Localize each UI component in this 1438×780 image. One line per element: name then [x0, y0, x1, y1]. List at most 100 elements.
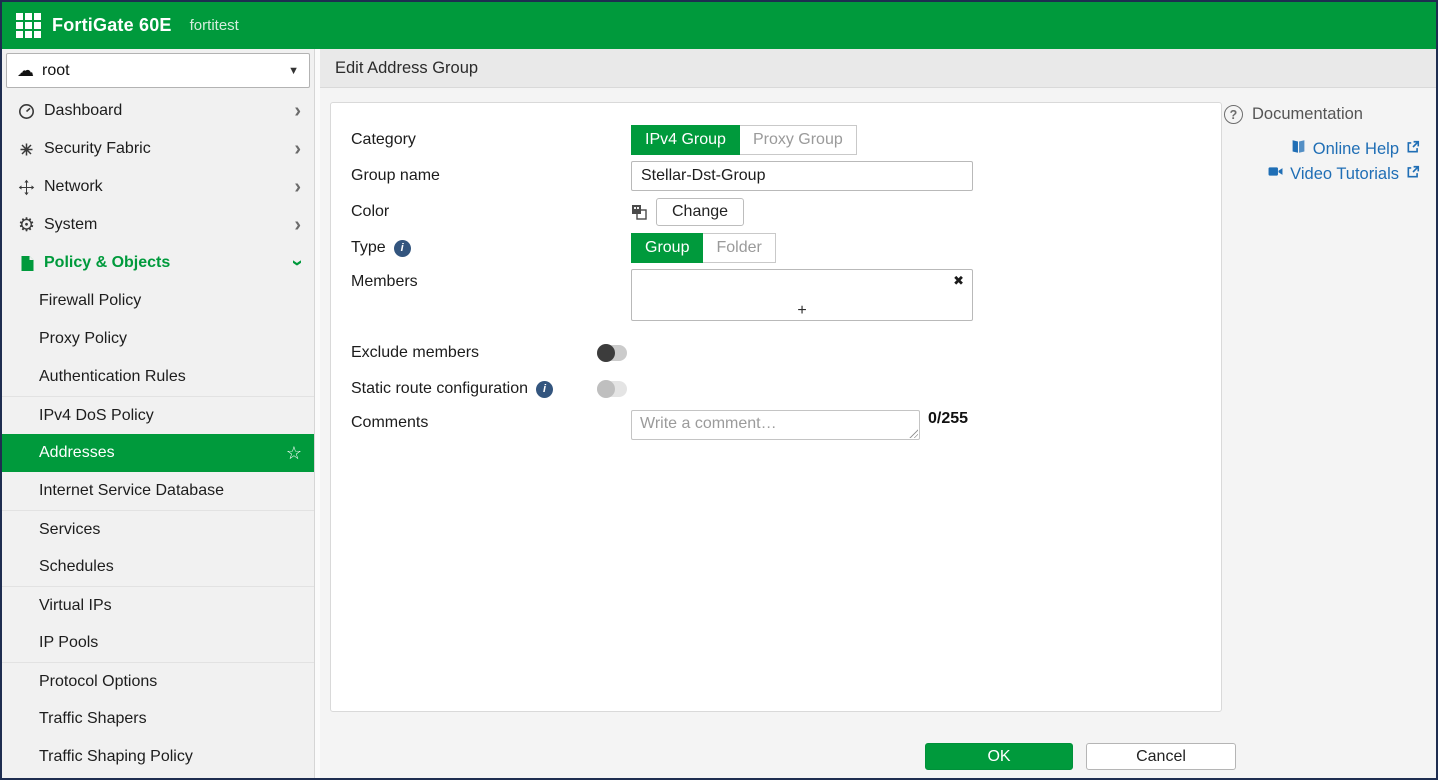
sidebar-subitem-label: Services [39, 521, 100, 539]
sidebar-item-label: Security Fabric [44, 140, 294, 158]
sidebar-item-dashboard[interactable]: Dashboard › [2, 92, 314, 130]
ok-button[interactable]: OK [925, 743, 1073, 770]
group-name-label: Group name [351, 167, 631, 185]
color-label: Color [351, 203, 631, 221]
sidebar-item-security-fabric[interactable]: Security Fabric › [2, 130, 314, 168]
chevron-right-icon: › [294, 103, 301, 119]
vdom-label: root [42, 62, 288, 80]
members-select-box[interactable]: ✖ + [631, 269, 973, 321]
hostname-label: fortitest [190, 17, 239, 34]
comments-counter: 0/255 [928, 410, 968, 428]
type-option-group[interactable]: Group [631, 233, 703, 263]
comments-label: Comments [351, 410, 631, 432]
sidebar-item-label: System [44, 216, 294, 234]
type-option-folder[interactable]: Folder [703, 233, 775, 263]
toggle-knob [597, 380, 615, 398]
device-title: FortiGate 60E [52, 15, 172, 36]
chevron-right-icon: › [294, 179, 301, 195]
exclude-members-toggle[interactable] [597, 345, 627, 361]
category-label: Category [351, 131, 631, 149]
toggle-knob [597, 344, 615, 362]
sidebar-subitem-label: Virtual IPs [39, 597, 112, 615]
sidebar-item-system[interactable]: ⚙ System › [2, 206, 314, 244]
sidebar-item-label: Network [44, 178, 294, 196]
form-actions: OK Cancel [330, 743, 1236, 770]
static-route-label-text: Static route configuration [351, 380, 528, 398]
sidebar-item-proxy-policy[interactable]: Proxy Policy [2, 320, 314, 358]
sidebar-subitem-label: Addresses [39, 444, 115, 462]
page-header: Edit Address Group [320, 49, 1436, 88]
documentation-title: ? Documentation [1224, 105, 1420, 124]
group-name-input[interactable] [631, 161, 973, 191]
comments-textarea[interactable] [631, 410, 920, 440]
cloud-icon: ☁ [17, 61, 34, 81]
book-icon [1291, 139, 1306, 159]
exclude-members-label: Exclude members [351, 344, 597, 362]
gear-icon: ⚙ [16, 216, 37, 235]
online-help-label: Online Help [1313, 140, 1399, 159]
sidebar-item-firewall-policy[interactable]: Firewall Policy [2, 282, 314, 320]
sidebar: ☁ root ▼ Dashboard › Security Fabric › [2, 49, 314, 778]
sidebar-subitem-label: Internet Service Database [39, 482, 224, 500]
dashboard-icon [16, 103, 37, 120]
sidebar-item-addresses[interactable]: Addresses ☆ [2, 434, 314, 472]
online-help-link[interactable]: Online Help [1291, 139, 1420, 159]
network-icon [16, 179, 37, 196]
clear-members-icon[interactable]: ✖ [953, 273, 964, 289]
type-label: Type i [351, 239, 631, 257]
sidebar-item-ip-pools[interactable]: IP Pools [2, 624, 314, 662]
sidebar-item-ipv4-dos-policy[interactable]: IPv4 DoS Policy [2, 396, 314, 434]
external-link-icon [1406, 140, 1420, 159]
members-label: Members [351, 269, 631, 291]
sidebar-item-label: Policy & Objects [44, 254, 294, 272]
sidebar-item-traffic-shaping-policy[interactable]: Traffic Shaping Policy [2, 738, 314, 776]
video-tutorials-link[interactable]: Video Tutorials [1268, 164, 1420, 184]
info-icon: i [394, 240, 411, 257]
video-camera-icon [1268, 164, 1283, 184]
sidebar-item-schedules[interactable]: Schedules [2, 548, 314, 586]
sidebar-item-label: Dashboard [44, 102, 294, 120]
favorite-star-icon[interactable]: ☆ [286, 443, 302, 464]
sidebar-item-network[interactable]: Network › [2, 168, 314, 206]
documentation-title-text: Documentation [1252, 105, 1363, 124]
sidebar-subitem-label: Schedules [39, 558, 114, 576]
edit-address-group-form: Category IPv4 Group Proxy Group Group na… [330, 102, 1222, 712]
sidebar-subitem-label: Protocol Options [39, 673, 157, 691]
color-swatch-icon [631, 204, 647, 220]
sidebar-subitem-label: Traffic Shapers [39, 710, 147, 728]
type-segmented-control: Group Folder [631, 233, 776, 263]
topbar: FortiGate 60E fortitest [2, 2, 1436, 49]
category-option-proxy-group[interactable]: Proxy Group [740, 125, 857, 155]
fortinet-logo-icon [16, 13, 41, 38]
policy-objects-icon [16, 255, 37, 272]
sidebar-item-services[interactable]: Services [2, 510, 314, 548]
category-segmented-control: IPv4 Group Proxy Group [631, 125, 857, 155]
sidebar-subitem-label: IPv4 DoS Policy [39, 407, 154, 425]
sidebar-subitem-label: IP Pools [39, 634, 98, 652]
video-tutorials-label: Video Tutorials [1290, 165, 1399, 184]
add-member-icon[interactable]: + [632, 303, 972, 319]
documentation-panel: ? Documentation Online Help [1224, 105, 1420, 184]
static-route-label: Static route configuration i [351, 380, 597, 398]
color-change-button[interactable]: Change [656, 198, 744, 226]
sidebar-item-policy-objects[interactable]: Policy & Objects › [2, 244, 314, 282]
app-window: FortiGate 60E fortitest ☁ root ▼ Dashboa… [2, 2, 1436, 778]
main-content: Edit Address Group Category IPv4 Group P… [320, 49, 1436, 778]
chevron-right-icon: › [294, 217, 301, 233]
static-route-toggle[interactable] [597, 381, 627, 397]
sidebar-subitem-label: Traffic Shaping Policy [39, 748, 193, 766]
external-link-icon [1406, 165, 1420, 184]
sidebar-item-protocol-options[interactable]: Protocol Options [2, 662, 314, 700]
cancel-button[interactable]: Cancel [1086, 743, 1236, 770]
type-label-text: Type [351, 239, 386, 257]
vdom-select[interactable]: ☁ root ▼ [6, 53, 310, 88]
info-icon: i [536, 381, 553, 398]
question-icon: ? [1224, 105, 1243, 124]
chevron-down-icon: › [290, 260, 306, 267]
sidebar-item-internet-service-database[interactable]: Internet Service Database [2, 472, 314, 510]
sidebar-item-authentication-rules[interactable]: Authentication Rules [2, 358, 314, 396]
chevron-right-icon: › [294, 141, 301, 157]
category-option-ipv4-group[interactable]: IPv4 Group [631, 125, 740, 155]
sidebar-item-virtual-ips[interactable]: Virtual IPs [2, 586, 314, 624]
sidebar-item-traffic-shapers[interactable]: Traffic Shapers [2, 700, 314, 738]
